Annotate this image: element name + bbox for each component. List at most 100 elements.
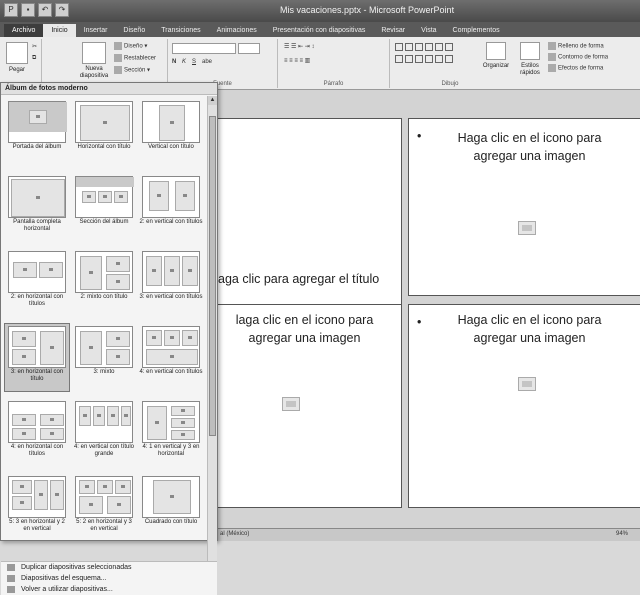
align-icon[interactable]: ≡ ≡ ≡ ≡ ▥ [284, 57, 310, 64]
shape-effects-button[interactable]: Efectos de forma [548, 64, 603, 72]
layout-option[interactable]: Portada del álbum [5, 99, 69, 166]
layout-label: Portada del álbum [12, 144, 62, 150]
insert-picture-icon[interactable] [518, 377, 536, 391]
section-button[interactable]: Sección ▾ [114, 66, 150, 74]
app-icon[interactable]: P [4, 3, 18, 17]
new-slide-button[interactable]: Nueva diapositiva [78, 66, 110, 80]
bullets-icon[interactable]: ☰ ☰ ⇤ ⇥ ↕ [284, 43, 314, 50]
placeholder-line-2: agregar una imagen [473, 149, 586, 163]
insert-picture-icon[interactable] [518, 221, 536, 235]
layout-thumbnail [142, 326, 200, 368]
font-name-dropdown[interactable] [172, 43, 236, 54]
picture-placeholder [146, 256, 162, 286]
quick-styles-button[interactable]: Estilos rápidos [516, 63, 544, 77]
bold-button[interactable]: N [172, 59, 176, 65]
image-placeholder-top-right[interactable]: • Haga clic en el icono para agregar una… [408, 118, 640, 296]
language-status[interactable]: al (México) [220, 531, 249, 537]
layout-button[interactable]: Diseño ▾ [114, 42, 147, 50]
drawing-group: Organizar Estilos rápidos Relleno de for… [390, 39, 640, 88]
tab-transiciones[interactable]: Transiciones [153, 24, 208, 37]
shape-outline-button[interactable]: Contorno de forma [548, 53, 608, 61]
layout-option[interactable]: 3: en horizontal con título [4, 323, 70, 392]
underline-button[interactable]: S [192, 59, 196, 65]
layout-option[interactable]: 5: 2 en horizontal y 3 en vertical [72, 474, 136, 541]
undo-icon[interactable]: ↶ [38, 3, 52, 17]
scrollbar-thumb[interactable] [209, 116, 216, 436]
insert-picture-icon[interactable] [282, 397, 300, 411]
save-icon[interactable]: ▪ [21, 3, 35, 17]
shapes-gallery[interactable] [394, 42, 454, 54]
scroll-up-icon[interactable]: ▲ [208, 96, 217, 105]
tab-inicio[interactable]: Inicio [43, 24, 76, 37]
slide-editing-area[interactable]: • Haga clic en el icono para agregar una… [218, 90, 640, 528]
redo-icon[interactable]: ↷ [55, 3, 69, 17]
arrange-button[interactable]: Organizar [478, 63, 514, 70]
picture-placeholder [171, 406, 195, 416]
picture-placeholder [50, 480, 64, 510]
strikethrough-button[interactable]: abe [202, 59, 212, 65]
paragraph-group: ☰ ☰ ⇤ ⇥ ↕ ≡ ≡ ≡ ≡ ▥ Párrafo [278, 39, 390, 88]
layout-option[interactable]: Pantalla completa horizontal [5, 174, 69, 241]
picture-placeholder [12, 414, 36, 426]
tab-vista[interactable]: Vista [413, 24, 444, 37]
arrange-icon[interactable] [486, 42, 506, 60]
duplicate-slides-item[interactable]: Duplicar diapositivas seleccionadas [1, 562, 217, 573]
image-placeholder-bottom-right[interactable]: • Haga clic en el icono para agregar una… [408, 304, 640, 508]
font-size-dropdown[interactable] [238, 43, 260, 54]
tab-revisar[interactable]: Revisar [373, 24, 413, 37]
shape-fill-button[interactable]: Relleno de forma [548, 42, 604, 50]
slide-placeholder-top-left[interactable] [218, 118, 402, 324]
font-group: N K S abe Fuente [168, 39, 278, 88]
layout-option[interactable]: 5: 3 en horizontal y 2 en vertical [5, 474, 69, 541]
cut-icon[interactable]: ✂ [32, 43, 37, 50]
layout-thumbnail [75, 251, 133, 293]
layout-label: 2: en horizontal con títulos [10, 294, 64, 307]
title-placeholder[interactable]: aga clic para agregar el título [218, 268, 398, 290]
layout-option[interactable]: Vertical con título [139, 99, 203, 166]
shapes-gallery-row2[interactable] [394, 54, 454, 66]
tab-complementos[interactable]: Complementos [445, 24, 508, 37]
layout-option[interactable]: 4: en vertical con títulos [139, 324, 203, 391]
layout-label: 2: en vertical con títulos [139, 219, 203, 225]
tab-insertar[interactable]: Insertar [76, 24, 116, 37]
layout-option[interactable]: 3: en vertical con títulos [139, 249, 203, 316]
drawing-group-label: Dibujo [441, 81, 459, 87]
reset-button[interactable]: Restablecer [114, 54, 156, 62]
layout-option[interactable]: 3: mixto [72, 324, 136, 391]
layout-thumbnail [8, 401, 66, 443]
layout-option[interactable]: 2: mixto con título [72, 249, 136, 316]
tab-archivo[interactable]: Archivo [4, 24, 44, 37]
slides-from-outline-item[interactable]: Diapositivas del esquema... [1, 573, 217, 584]
layout-label: Diseño [124, 43, 143, 50]
tab-presentacion[interactable]: Presentación con diapositivas [265, 24, 374, 37]
layout-option[interactable]: 2: en vertical con títulos [139, 174, 203, 241]
image-placeholder-bottom-left[interactable]: laga clic en el icono para agregar una i… [218, 304, 402, 508]
layout-label: 3: en vertical con títulos [139, 294, 203, 300]
picture-placeholder [93, 406, 105, 426]
layout-option[interactable]: Cuadrado con título [139, 474, 203, 541]
picture-placeholder [80, 105, 130, 141]
italic-button[interactable]: K [182, 59, 186, 65]
new-slide-icon[interactable] [82, 42, 106, 64]
tab-animaciones[interactable]: Animaciones [209, 24, 265, 37]
layout-option[interactable]: 4: en horizontal con títulos [5, 399, 69, 466]
layout-label: 4: en vertical con títulos [139, 369, 203, 375]
quick-styles-icon[interactable] [520, 42, 540, 60]
layout-option[interactable]: Sección del álbum [72, 174, 136, 241]
tab-diseno[interactable]: Diseño [115, 24, 153, 37]
paste-icon[interactable] [6, 42, 28, 64]
layout-option[interactable]: 4: 1 en vertical y 3 en horizontal [139, 399, 203, 466]
layout-option[interactable]: Horizontal con título [72, 99, 136, 166]
copy-icon[interactable]: ⧉ [32, 55, 36, 62]
paste-button[interactable]: Pegar [2, 67, 32, 74]
layout-thumbnail [8, 476, 66, 518]
zoom-level[interactable]: 94% [616, 531, 628, 537]
reuse-slides-item[interactable]: Volver a utilizar diapositivas... [1, 584, 217, 595]
gallery-scrollbar[interactable]: ▲ ▼ [207, 96, 217, 582]
layout-option[interactable]: 2: en horizontal con títulos [5, 249, 69, 316]
reuse-slides-label: Volver a utilizar diapositivas... [21, 586, 113, 593]
picture-placeholder [79, 406, 91, 426]
slides-group: Nueva diapositiva Diseño ▾ Restablecer S… [78, 39, 168, 88]
picture-placeholder [182, 330, 198, 346]
layout-option[interactable]: 4: en vertical con título grande [72, 399, 136, 466]
